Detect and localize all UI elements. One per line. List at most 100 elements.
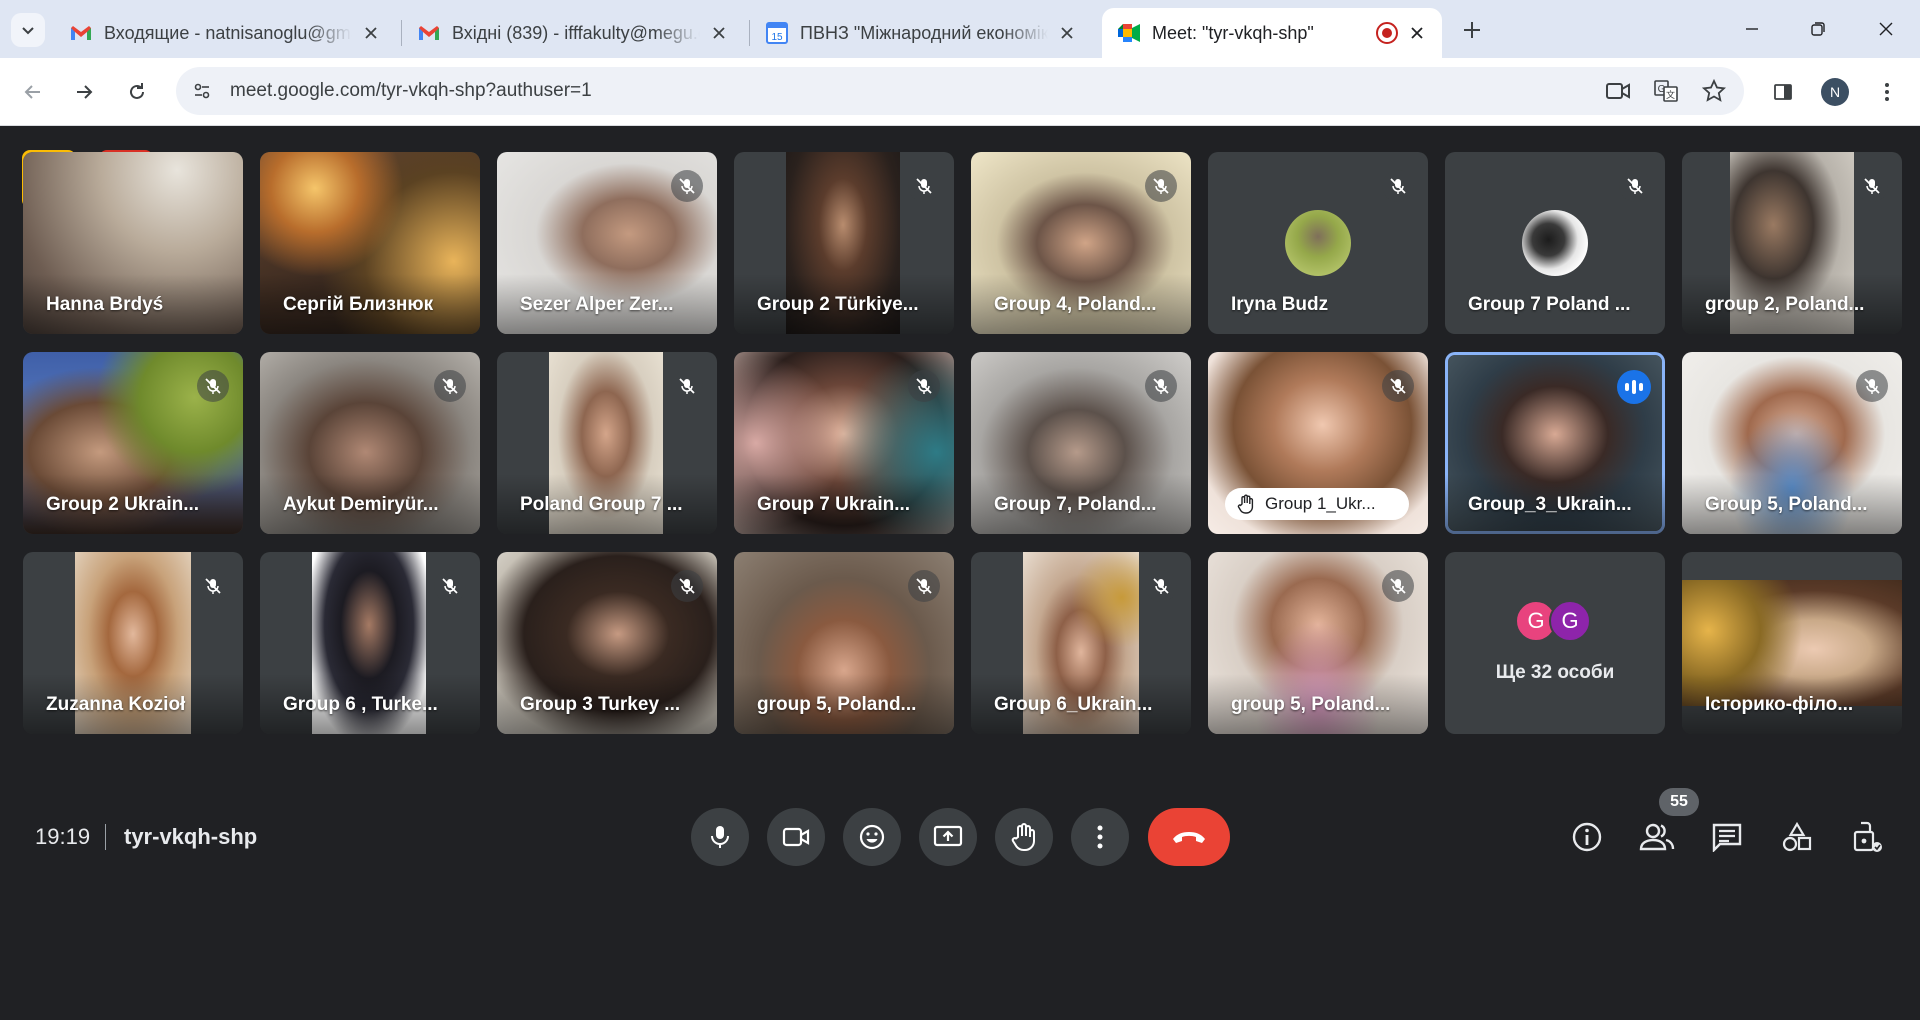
gmail-icon <box>418 22 440 44</box>
browser-menu-button[interactable] <box>1870 75 1904 109</box>
participant-tile[interactable]: Aykut Demiryür... <box>260 352 480 534</box>
people-button[interactable] <box>1634 814 1680 860</box>
tab-search-button[interactable] <box>11 13 45 47</box>
tab-close-icon[interactable] <box>360 22 382 44</box>
mic-off-icon <box>197 370 229 402</box>
participant-tile[interactable]: Poland Group 7 ... <box>497 352 717 534</box>
microphone-icon <box>711 826 729 848</box>
activities-button[interactable] <box>1774 814 1820 860</box>
participant-tile[interactable]: Group 2 Türkiye... <box>734 152 954 334</box>
translate-icon[interactable]: G文 <box>1652 77 1680 105</box>
tab-close-icon[interactable] <box>1056 22 1078 44</box>
address-bar[interactable]: meet.google.com/tyr-vkqh-shp?authuser=1 … <box>176 67 1744 115</box>
avatar <box>1285 210 1351 276</box>
more-participants-tile[interactable]: G G Ще 32 особи <box>1445 552 1665 734</box>
chat-button[interactable] <box>1704 814 1750 860</box>
site-settings-icon[interactable] <box>186 75 218 107</box>
participant-tile[interactable]: Sezer Alper Zer... <box>497 152 717 334</box>
microphone-button[interactable] <box>691 808 749 866</box>
side-panel-button[interactable] <box>1766 75 1800 109</box>
participant-tile[interactable]: Історико-філо... <box>1682 552 1902 734</box>
avatar <box>1522 210 1588 276</box>
present-screen-button[interactable] <box>919 808 977 866</box>
participant-tile[interactable]: Group 5, Poland... <box>1682 352 1902 534</box>
tab-meet-active[interactable]: Meet: "tyr-vkqh-shp" <box>1102 8 1442 58</box>
tab-close-icon[interactable] <box>708 22 730 44</box>
mic-off-icon <box>671 170 703 202</box>
host-controls-button[interactable] <box>1844 814 1890 860</box>
more-participants-avatars: G G <box>1515 600 1591 642</box>
participant-tile[interactable]: Group 3 Turkey ... <box>497 552 717 734</box>
restore-icon <box>1811 22 1825 36</box>
mic-off-icon <box>1382 370 1414 402</box>
participant-tile[interactable]: Group 7, Poland... <box>971 352 1191 534</box>
chevron-down-icon <box>22 27 34 35</box>
mic-off-icon <box>1856 370 1888 402</box>
participant-tile[interactable]: group 5, Poland... <box>734 552 954 734</box>
participant-tile[interactable]: Сергій Близнюк <box>260 152 480 334</box>
meet-icon <box>1118 22 1140 44</box>
divider <box>105 824 106 850</box>
participant-tile[interactable]: Zuzanna Kozioł <box>23 552 243 734</box>
more-options-button[interactable] <box>1071 808 1129 866</box>
mic-off-icon <box>671 570 703 602</box>
minimize-button[interactable] <box>1724 8 1780 50</box>
host-lock-icon <box>1853 821 1882 852</box>
raised-hand-icon <box>1237 494 1254 514</box>
maximize-button[interactable] <box>1790 8 1846 50</box>
participant-name: Сергій Близнюк <box>283 294 434 315</box>
participant-tile-active-speaker[interactable]: Group_3_Ukrain... <box>1445 352 1665 534</box>
participant-tile[interactable]: Group 6 , Turke... <box>260 552 480 734</box>
participant-tile[interactable]: group 2, Poland... <box>1682 152 1902 334</box>
tab-gmail-inbox-1[interactable]: Входящие - natnisanoglu@gmail.com <box>54 8 396 58</box>
info-icon <box>1572 822 1602 852</box>
participant-tile[interactable]: Hanna Brdyś <box>23 152 243 334</box>
participant-tile[interactable]: Group 7 Ukrain... <box>734 352 954 534</box>
bookmark-star-icon[interactable] <box>1700 77 1728 105</box>
minimize-icon <box>1746 28 1758 30</box>
reload-button[interactable] <box>120 75 154 109</box>
meeting-details-button[interactable] <box>1564 814 1610 860</box>
participant-tile[interactable]: Group 1_Ukr... <box>1208 352 1428 534</box>
camera-button[interactable] <box>767 808 825 866</box>
participant-grid: Hanna Brdyś Сергій Близнюк Sezer Alper Z… <box>23 152 1902 734</box>
mic-off-icon <box>908 170 940 202</box>
camera-in-use-icon[interactable] <box>1604 77 1632 105</box>
calendar-icon: 15 <box>766 22 788 44</box>
profile-button[interactable]: N <box>1818 75 1852 109</box>
reload-icon <box>130 83 144 99</box>
arrow-left-icon <box>24 85 40 99</box>
participant-name: Zuzanna Kozioł <box>46 694 186 715</box>
svg-text:文: 文 <box>1666 89 1675 101</box>
tab-university-calendar[interactable]: 15 ПВНЗ "Міжнародний економіко-гуманітар… <box>750 8 1092 58</box>
mic-off-icon <box>908 570 940 602</box>
participant-name: Group 6 , Turke... <box>283 694 438 715</box>
participant-name: Group 7 Ukrain... <box>757 494 911 515</box>
end-call-icon <box>1173 832 1205 843</box>
participant-name: Group_3_Ukrain... <box>1468 494 1632 515</box>
close-icon <box>1879 22 1893 36</box>
raise-hand-button[interactable] <box>995 808 1053 866</box>
participant-tile[interactable]: Group 2 Ukrain... <box>23 352 243 534</box>
participant-name: Sezer Alper Zer... <box>520 294 674 315</box>
participant-tile[interactable]: Iryna Budz <box>1208 152 1428 334</box>
participant-name: Group 7, Poland... <box>994 494 1157 515</box>
reactions-button[interactable] <box>843 808 901 866</box>
participant-count-badge: 55 <box>1659 788 1699 816</box>
participant-tile[interactable]: Group 7 Poland ... <box>1445 152 1665 334</box>
raised-hand-badge: Group 1_Ukr... <box>1225 488 1409 520</box>
participant-tile[interactable]: Group 4, Poland... <box>971 152 1191 334</box>
chat-icon <box>1712 823 1742 852</box>
forward-button[interactable] <box>67 75 101 109</box>
close-window-button[interactable] <box>1858 8 1914 50</box>
participant-tile[interactable]: Group 6_Ukrain... <box>971 552 1191 734</box>
new-tab-button[interactable] <box>1454 12 1490 48</box>
participant-tile[interactable]: group 5, Poland... <box>1208 552 1428 734</box>
mic-off-icon <box>434 570 466 602</box>
leave-call-button[interactable] <box>1148 808 1230 866</box>
recording-icon <box>1376 22 1398 44</box>
tab-close-icon[interactable] <box>1406 22 1428 44</box>
back-button[interactable] <box>16 75 50 109</box>
tab-gmail-inbox-2[interactable]: Вхідні (839) - ifffakulty@megu.edu.ua <box>402 8 744 58</box>
more-vert-icon <box>1885 83 1889 101</box>
